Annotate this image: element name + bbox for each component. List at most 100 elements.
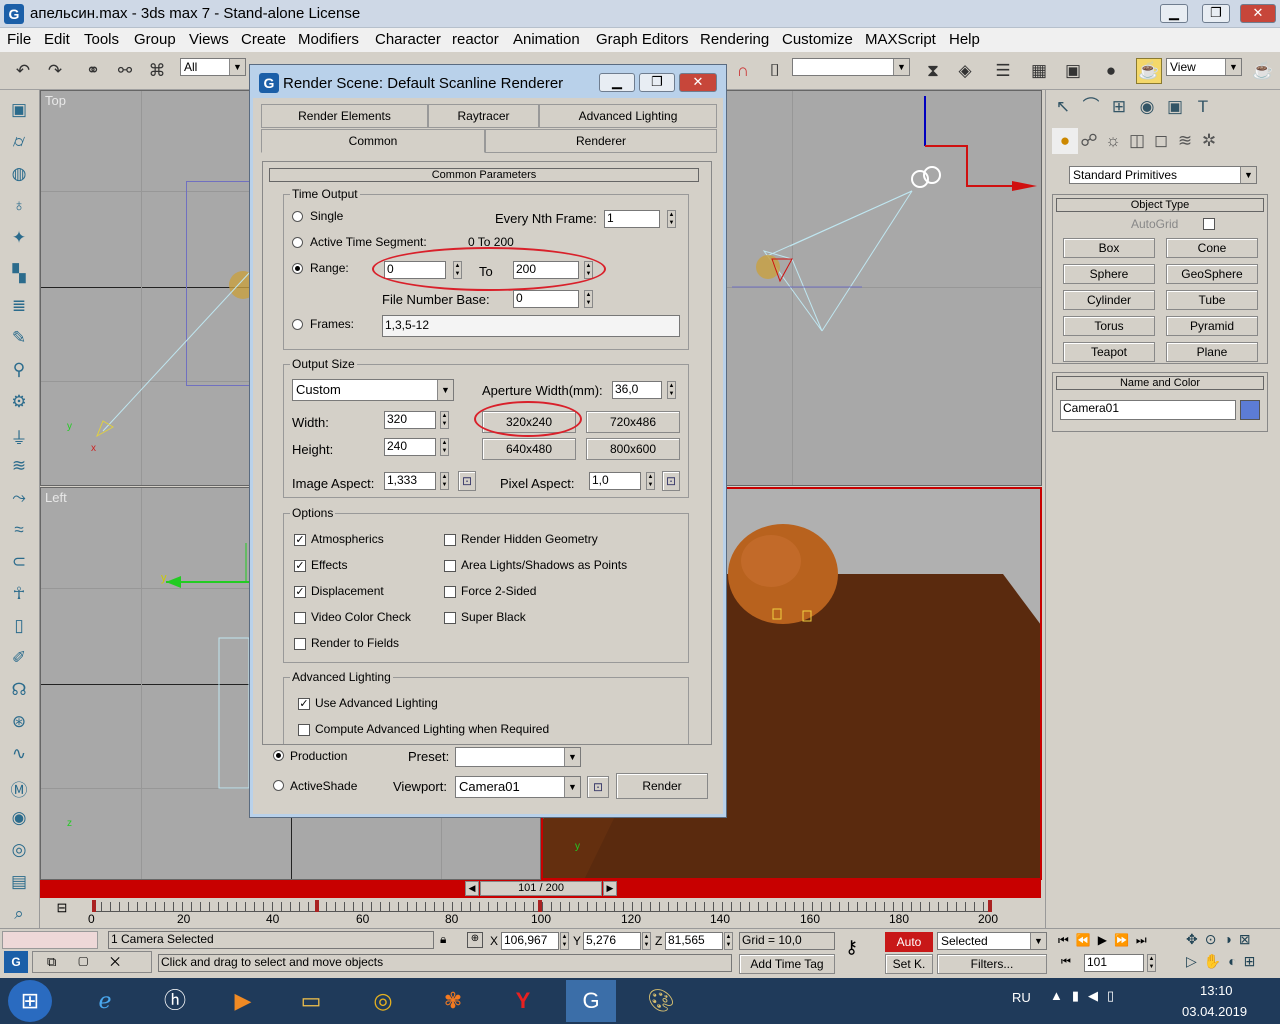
tray-icons[interactable]: ▲▮◀▯: [1050, 988, 1123, 1004]
single-radio[interactable]: [292, 211, 303, 222]
mini-window-controls[interactable]: ⧉▢✕: [32, 951, 152, 973]
line-tool-icon[interactable]: ∿: [6, 744, 32, 768]
aperture-width-field[interactable]: 36,0: [612, 381, 662, 399]
file-number-base-field[interactable]: 0: [513, 290, 579, 308]
preset-800x600-button[interactable]: 800x600: [586, 438, 680, 460]
sphere-icon[interactable]: ◍: [6, 164, 32, 188]
skin-icon[interactable]: ☊: [6, 680, 32, 704]
preset-640x480-button[interactable]: 640x480: [482, 438, 576, 460]
rollout-common-parameters[interactable]: Common Parameters: [269, 168, 699, 182]
render-type-combo[interactable]: View ▼: [1166, 58, 1242, 76]
menu-reactor[interactable]: reactor: [452, 31, 499, 48]
force-2sided-checkbox[interactable]: [444, 586, 456, 598]
x-coordinate-field[interactable]: 106,967: [501, 932, 559, 950]
document-icon[interactable]: ▤: [6, 872, 32, 896]
select-link-icon[interactable]: ⚭: [80, 58, 106, 84]
activeshade-radio[interactable]: [273, 780, 284, 791]
zoom-tool-icon[interactable]: ⌕: [6, 904, 32, 928]
height-field[interactable]: 240: [384, 438, 436, 456]
cylinder-button[interactable]: Cylinder: [1063, 290, 1155, 310]
time-slider-bar[interactable]: ◀ 101 / 200 ▶: [40, 880, 1041, 898]
category-combo[interactable]: Standard Primitives ▼: [1069, 166, 1257, 184]
add-time-tag-button[interactable]: Add Time Tag: [739, 954, 835, 974]
set-key-button[interactable]: Set K.: [885, 954, 933, 974]
teapot-button[interactable]: Teapot: [1063, 342, 1155, 362]
selection-lock-icon[interactable]: 🔒︎: [440, 932, 446, 947]
display-tab-icon[interactable]: ▣: [1162, 94, 1188, 120]
viewport-nav-controls[interactable]: ✥⊙◑⊠: [1186, 931, 1258, 948]
lamp-icon[interactable]: ⚲: [6, 360, 32, 384]
spacewarps-icon[interactable]: ≋: [1172, 128, 1198, 154]
dialog-maximize-button[interactable]: ❐: [639, 73, 675, 92]
clock-time[interactable]: 13:10: [1200, 983, 1233, 998]
helpers-icon[interactable]: ◻: [1148, 128, 1174, 154]
scrollbar[interactable]: [711, 162, 712, 745]
undo-icon[interactable]: ↶: [10, 58, 36, 84]
checker-icon[interactable]: ▚: [6, 264, 32, 288]
preset-720x486-button[interactable]: 720x486: [586, 411, 680, 433]
object-color-swatch[interactable]: [1240, 400, 1260, 420]
render-hidden-checkbox[interactable]: [444, 534, 456, 546]
effects-checkbox[interactable]: ✓: [294, 560, 306, 572]
torus-button[interactable]: Torus: [1063, 316, 1155, 336]
tab-advanced-lighting[interactable]: Advanced Lighting: [539, 104, 717, 128]
atmospherics-checkbox[interactable]: ✓: [294, 534, 306, 546]
tab-common[interactable]: Common: [261, 129, 485, 153]
keyframe-marker[interactable]: [92, 900, 96, 912]
modify-tab-icon[interactable]: ⌒: [1078, 94, 1104, 120]
range-radio[interactable]: [292, 263, 303, 274]
selection-filter-combo[interactable]: All ▼: [180, 58, 246, 76]
image-viewer-icon[interactable]: ✾: [428, 980, 478, 1022]
menu-graph-editors[interactable]: Graph Editors: [596, 31, 689, 48]
super-black-checkbox[interactable]: [444, 612, 456, 624]
playback-controls[interactable]: ⏮⏪▶⏩⏭: [1058, 933, 1154, 948]
use-advanced-lighting-checkbox[interactable]: ✓: [298, 698, 310, 710]
start-button-icon[interactable]: ⊞: [8, 980, 52, 1022]
close-button[interactable]: ✕: [1240, 4, 1276, 23]
viewport-nav-controls-2[interactable]: ▷✋◐⊞: [1186, 953, 1262, 970]
keyframe-marker[interactable]: [988, 900, 992, 912]
lock-icon[interactable]: ⊡: [458, 471, 476, 491]
box-button[interactable]: Box: [1063, 238, 1155, 258]
target-icon[interactable]: ⊛: [6, 712, 32, 736]
app-icon[interactable]: G: [4, 951, 28, 973]
frames-field[interactable]: 1,3,5-12: [382, 315, 680, 337]
key-filter-combo[interactable]: Selected ▼: [937, 932, 1047, 950]
menu-help[interactable]: Help: [949, 31, 980, 48]
pixel-aspect-spinner[interactable]: ▲ ▼: [646, 472, 655, 490]
pyramid-button[interactable]: Pyramid: [1166, 316, 1258, 336]
key-mode-icon[interactable]: ⊟: [52, 900, 72, 920]
x-spinner[interactable]: ▲ ▼: [560, 932, 569, 950]
aperture-width-spinner[interactable]: ▲ ▼: [667, 381, 676, 399]
lights-icon[interactable]: ☼: [1100, 128, 1126, 154]
tab-raytracer[interactable]: Raytracer: [428, 104, 539, 128]
quick-render-icon[interactable]: ☕: [1250, 58, 1276, 84]
plug-icon[interactable]: ⏚: [6, 424, 32, 448]
language-indicator[interactable]: RU: [1012, 990, 1031, 1005]
y-spinner[interactable]: ▲ ▼: [642, 932, 651, 950]
width-spinner[interactable]: ▲ ▼: [440, 411, 449, 429]
video-color-check-checkbox[interactable]: [294, 612, 306, 624]
key-icon[interactable]: ⚷: [845, 937, 858, 958]
image-aspect-field[interactable]: 1,333: [384, 472, 436, 490]
layers-icon[interactable]: ≣: [6, 296, 32, 320]
named-selection-icon[interactable]: ⌷: [762, 58, 788, 84]
time-slider-thumb[interactable]: 101 / 200: [480, 881, 602, 896]
menu-animation[interactable]: Animation: [513, 31, 580, 48]
align-icon[interactable]: ◈: [952, 58, 978, 84]
layer-manager-icon[interactable]: ☰: [990, 58, 1016, 84]
menu-edit[interactable]: Edit: [44, 31, 70, 48]
width-field[interactable]: 320: [384, 411, 436, 429]
shell-icon[interactable]: ◉: [6, 808, 32, 832]
star-icon[interactable]: ✦: [6, 228, 32, 252]
lock-icon[interactable]: ⊡: [662, 471, 680, 491]
magnet-icon[interactable]: ∩: [730, 58, 756, 84]
minimize-button[interactable]: ▁: [1160, 4, 1188, 23]
3dsmax-task-icon[interactable]: G: [566, 980, 616, 1022]
current-frame-spinner[interactable]: ▲ ▼: [1147, 954, 1156, 972]
time-config-icon[interactable]: ⏮: [1061, 956, 1071, 969]
pen-icon[interactable]: ✎: [6, 328, 32, 352]
frames-radio[interactable]: [292, 319, 303, 330]
ripple-icon[interactable]: ≈: [6, 520, 32, 544]
geosphere-button[interactable]: GeoSphere: [1166, 264, 1258, 284]
